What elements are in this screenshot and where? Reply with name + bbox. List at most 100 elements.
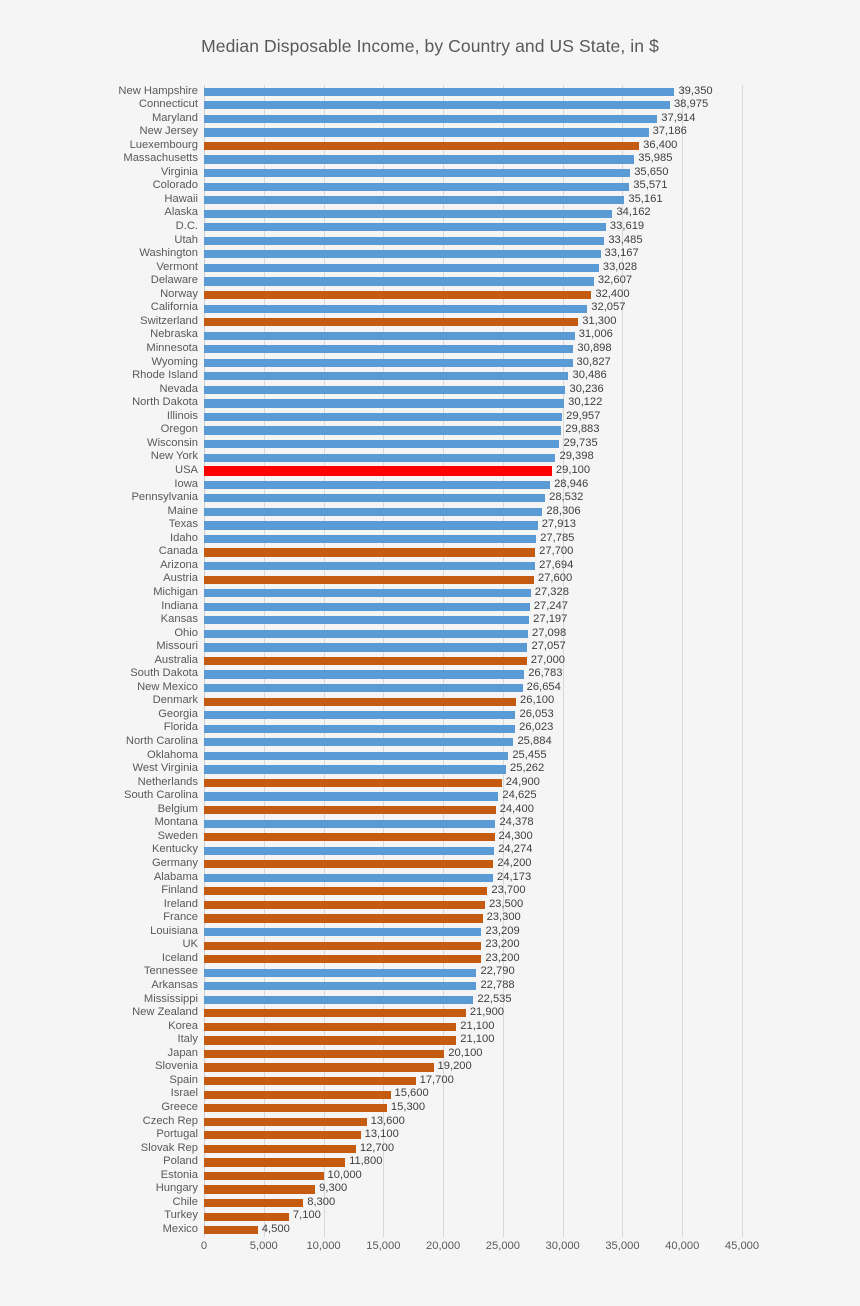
bar-country[interactable] — [204, 887, 488, 896]
bar-us_state[interactable] — [204, 670, 525, 679]
bar-country[interactable] — [204, 955, 482, 964]
bar-us_state[interactable] — [204, 968, 477, 977]
bar-country[interactable] — [204, 1199, 304, 1208]
bar-country[interactable] — [204, 1185, 316, 1194]
bar-country[interactable] — [204, 1090, 391, 1099]
bar-us_state[interactable] — [204, 629, 528, 638]
bar-us_state[interactable] — [204, 385, 566, 395]
bar-country[interactable] — [204, 1104, 387, 1113]
bar-country[interactable] — [204, 1049, 445, 1059]
bar-country[interactable] — [204, 833, 495, 842]
bar-us_state[interactable] — [204, 982, 477, 991]
bar-country[interactable] — [204, 1158, 346, 1167]
bar-country[interactable] — [204, 575, 534, 584]
bar-us_state[interactable] — [204, 209, 613, 218]
category-label: Canada — [158, 545, 198, 558]
bar-us_state[interactable] — [204, 263, 599, 273]
bar-us_state[interactable] — [204, 765, 507, 774]
category-label: South Carolina — [123, 789, 198, 802]
category-label: Luexembourg — [129, 138, 198, 151]
bar-country[interactable] — [204, 1077, 416, 1086]
bar-us_state[interactable] — [204, 412, 563, 422]
bar-country[interactable] — [204, 1009, 466, 1018]
bar-country[interactable] — [204, 697, 517, 706]
bar-us_state[interactable] — [204, 724, 516, 733]
bar-us_state[interactable] — [204, 399, 565, 408]
bar-country[interactable] — [204, 778, 502, 788]
bar-us_state[interactable] — [204, 616, 530, 625]
bar-us_state[interactable] — [204, 101, 670, 110]
bar-us_state[interactable] — [204, 819, 496, 828]
bar-us_state[interactable] — [204, 114, 658, 123]
bar-us_state[interactable] — [204, 507, 543, 516]
bar-country[interactable] — [204, 941, 482, 950]
bar-us_state[interactable] — [204, 846, 495, 855]
value-label: 27,197 — [533, 613, 568, 626]
bar-us_state[interactable] — [204, 453, 556, 462]
bar-country[interactable] — [204, 1171, 324, 1181]
bar-us_state[interactable] — [204, 927, 482, 937]
bar-country[interactable] — [204, 1063, 434, 1072]
bar-us_state[interactable] — [204, 358, 573, 367]
bar-country[interactable] — [204, 290, 592, 300]
bar-country[interactable] — [204, 1117, 367, 1126]
bar-row: Colorado 35,571 — [153, 179, 742, 194]
bar-us_state[interactable] — [204, 792, 499, 801]
category-label: Virginia — [160, 165, 198, 178]
bar-us_state[interactable] — [204, 494, 546, 503]
value-label: 27,600 — [537, 572, 573, 585]
bar-us_state[interactable] — [204, 521, 538, 530]
bar-us_state[interactable] — [204, 223, 606, 232]
value-label: 37,914 — [661, 111, 696, 124]
bar-us_state[interactable] — [204, 236, 605, 245]
bar-us_state[interactable] — [204, 250, 601, 259]
bar-country[interactable] — [204, 318, 579, 327]
bar-usa_highlight[interactable] — [204, 466, 552, 476]
bar-us_state[interactable] — [204, 440, 560, 449]
bar-us_state[interactable] — [204, 196, 625, 205]
bar-row: Massachusetts 35,985 — [123, 152, 742, 167]
bar-country[interactable] — [204, 548, 536, 557]
bar-us_state[interactable] — [204, 277, 594, 286]
bar-country[interactable] — [204, 1144, 356, 1153]
bar-us_state[interactable] — [204, 534, 537, 544]
bar-country[interactable] — [204, 900, 485, 910]
bar-country[interactable] — [204, 656, 527, 666]
value-label: 27,328 — [534, 585, 569, 598]
bar-us_state[interactable] — [204, 995, 474, 1004]
bar-us_state[interactable] — [204, 155, 635, 164]
bar-us_state[interactable] — [204, 345, 574, 354]
bar-country[interactable] — [204, 1226, 258, 1235]
bar-country[interactable] — [204, 914, 483, 923]
bar-country[interactable] — [204, 1212, 289, 1221]
value-label: 30,827 — [576, 355, 611, 368]
bar-us_state[interactable] — [204, 168, 631, 178]
bar-us_state[interactable] — [204, 480, 551, 489]
bar-us_state[interactable] — [204, 602, 530, 611]
bar-country[interactable] — [204, 1022, 457, 1031]
bar-country[interactable] — [204, 1036, 457, 1045]
bar-us_state[interactable] — [204, 87, 675, 96]
bar-us_state[interactable] — [204, 684, 523, 693]
bar-row: North Dakota 30,122 — [132, 396, 742, 411]
bar-us_state[interactable] — [204, 711, 516, 720]
bar-us_state[interactable] — [204, 738, 514, 747]
bar-us_state[interactable] — [204, 643, 528, 652]
category-label: Illinois — [166, 409, 198, 422]
bar-us_state[interactable] — [204, 873, 493, 882]
bar-us_state[interactable] — [204, 331, 575, 340]
bar-row: New Jersey 37,186 — [140, 125, 742, 140]
bar-country[interactable] — [204, 141, 640, 151]
bar-us_state[interactable] — [204, 426, 562, 435]
bar-us_state[interactable] — [204, 304, 588, 313]
bar-country[interactable] — [204, 1131, 361, 1140]
value-label: 24,173 — [497, 870, 532, 883]
bar-country[interactable] — [204, 860, 494, 869]
bar-us_state[interactable] — [204, 128, 649, 137]
bar-us_state[interactable] — [204, 182, 630, 191]
bar-us_state[interactable] — [204, 751, 509, 760]
bar-us_state[interactable] — [204, 589, 531, 598]
bar-us_state[interactable] — [204, 372, 569, 381]
bar-us_state[interactable] — [204, 562, 536, 571]
bar-country[interactable] — [204, 805, 496, 815]
